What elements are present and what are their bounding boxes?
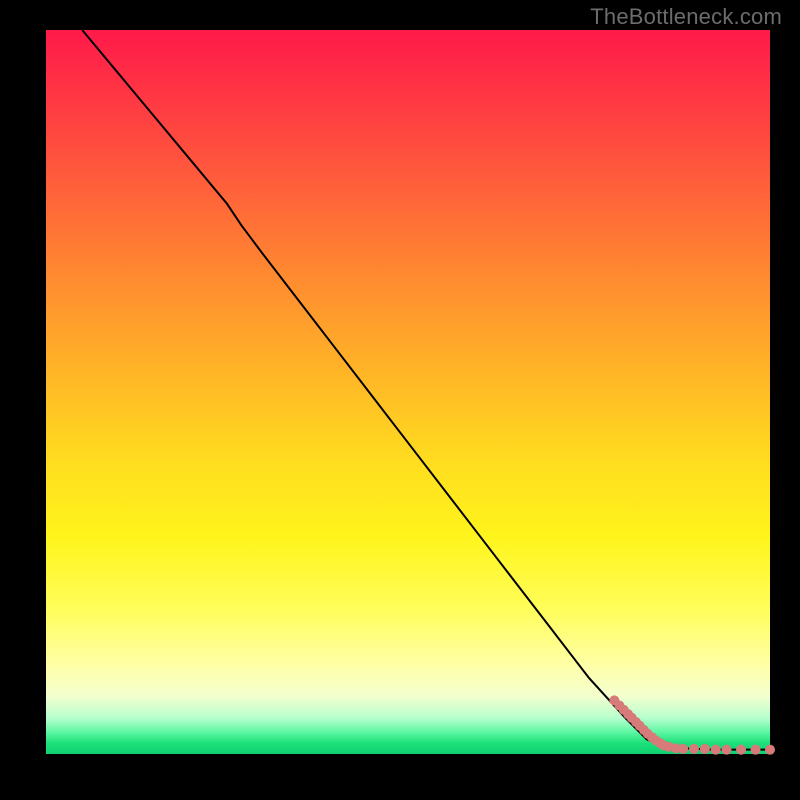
bottleneck-curve <box>82 30 770 750</box>
data-point <box>765 745 775 755</box>
data-point <box>751 745 761 755</box>
chart-frame: TheBottleneck.com <box>0 0 800 800</box>
data-point <box>689 744 699 754</box>
data-point <box>736 745 746 755</box>
data-point <box>722 745 732 755</box>
data-points <box>609 695 775 754</box>
chart-overlay <box>46 30 770 754</box>
data-point <box>711 745 721 755</box>
data-point <box>700 744 710 754</box>
data-point <box>678 744 688 754</box>
watermark-text: TheBottleneck.com <box>590 4 782 30</box>
